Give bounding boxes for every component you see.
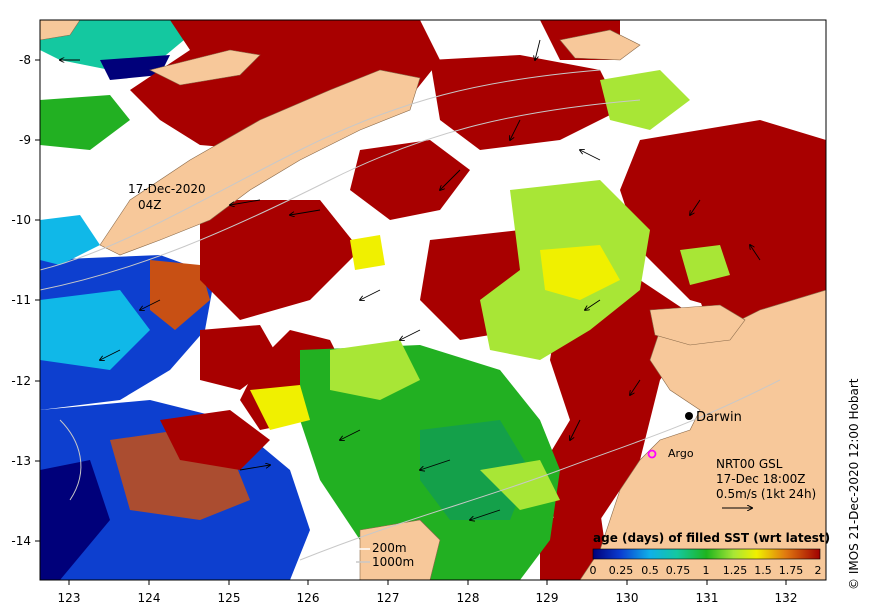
credit-text: © IMOS 21-Dec-2020 12:00 Hobart xyxy=(847,378,861,590)
lat-tick-label: -12 xyxy=(11,374,31,388)
lat-tick-label: -8 xyxy=(19,53,31,67)
lat-tick-label: -14 xyxy=(11,534,31,548)
colorbar-tick-label: 2 xyxy=(815,564,822,577)
lat-tick-label: -9 xyxy=(19,133,31,147)
colorbar-title: age (days) of filled SST (wrt latest) xyxy=(593,531,830,545)
lon-tick-label: 132 xyxy=(775,591,798,605)
lon-tick-label: 130 xyxy=(616,591,639,605)
colorbar-tick-label: 1.75 xyxy=(779,564,804,577)
lon-tick-label: 131 xyxy=(696,591,719,605)
lon-tick-label: 129 xyxy=(536,591,559,605)
lon-tick-label: 124 xyxy=(138,591,161,605)
current-source: NRT00 GSL xyxy=(716,457,783,471)
lat-tick-label: -13 xyxy=(11,454,31,468)
lon-tick-label: 128 xyxy=(457,591,480,605)
colorbar-tick-label: 1.5 xyxy=(754,564,772,577)
current-scale: 0.5m/s (1kt 24h) xyxy=(716,487,816,501)
pass-time-hour: 04Z xyxy=(138,198,162,212)
lat-tick-label: -11 xyxy=(11,293,31,307)
lon-tick-label: 123 xyxy=(58,591,81,605)
current-time: 17-Dec 18:00Z xyxy=(716,472,805,486)
lon-tick-label: 125 xyxy=(218,591,241,605)
pass-time-label: 17-Dec-2020 xyxy=(128,182,206,196)
lat-tick-label: -10 xyxy=(11,213,31,227)
colorbar-tick-label: 0.25 xyxy=(609,564,634,577)
colorbar-gradient xyxy=(592,548,821,560)
sst-age-map: 123 124 125 126 127 128 129 130 131 132 … xyxy=(11,19,861,605)
depth-1000m: 1000m xyxy=(372,555,414,569)
argo-label: Argo xyxy=(668,447,694,460)
darwin-label: Darwin xyxy=(696,410,742,425)
colorbar-tick-label: 0.75 xyxy=(666,564,691,577)
plot-area xyxy=(40,20,826,580)
depth-200m: 200m xyxy=(372,541,407,555)
latitude-axis: -8 -9 -10 -11 -12 -13 -14 xyxy=(11,53,31,548)
longitude-axis: 123 124 125 126 127 128 129 130 131 132 xyxy=(58,591,798,605)
colorbar-tick-label: 1 xyxy=(703,564,710,577)
colorbar-tick-label: 0 xyxy=(590,564,597,577)
lon-tick-label: 127 xyxy=(377,591,400,605)
colorbar-tick-label: 1.25 xyxy=(723,564,748,577)
darwin-marker xyxy=(685,412,693,420)
colorbar-tick-label: 0.5 xyxy=(641,564,659,577)
lon-tick-label: 126 xyxy=(297,591,320,605)
